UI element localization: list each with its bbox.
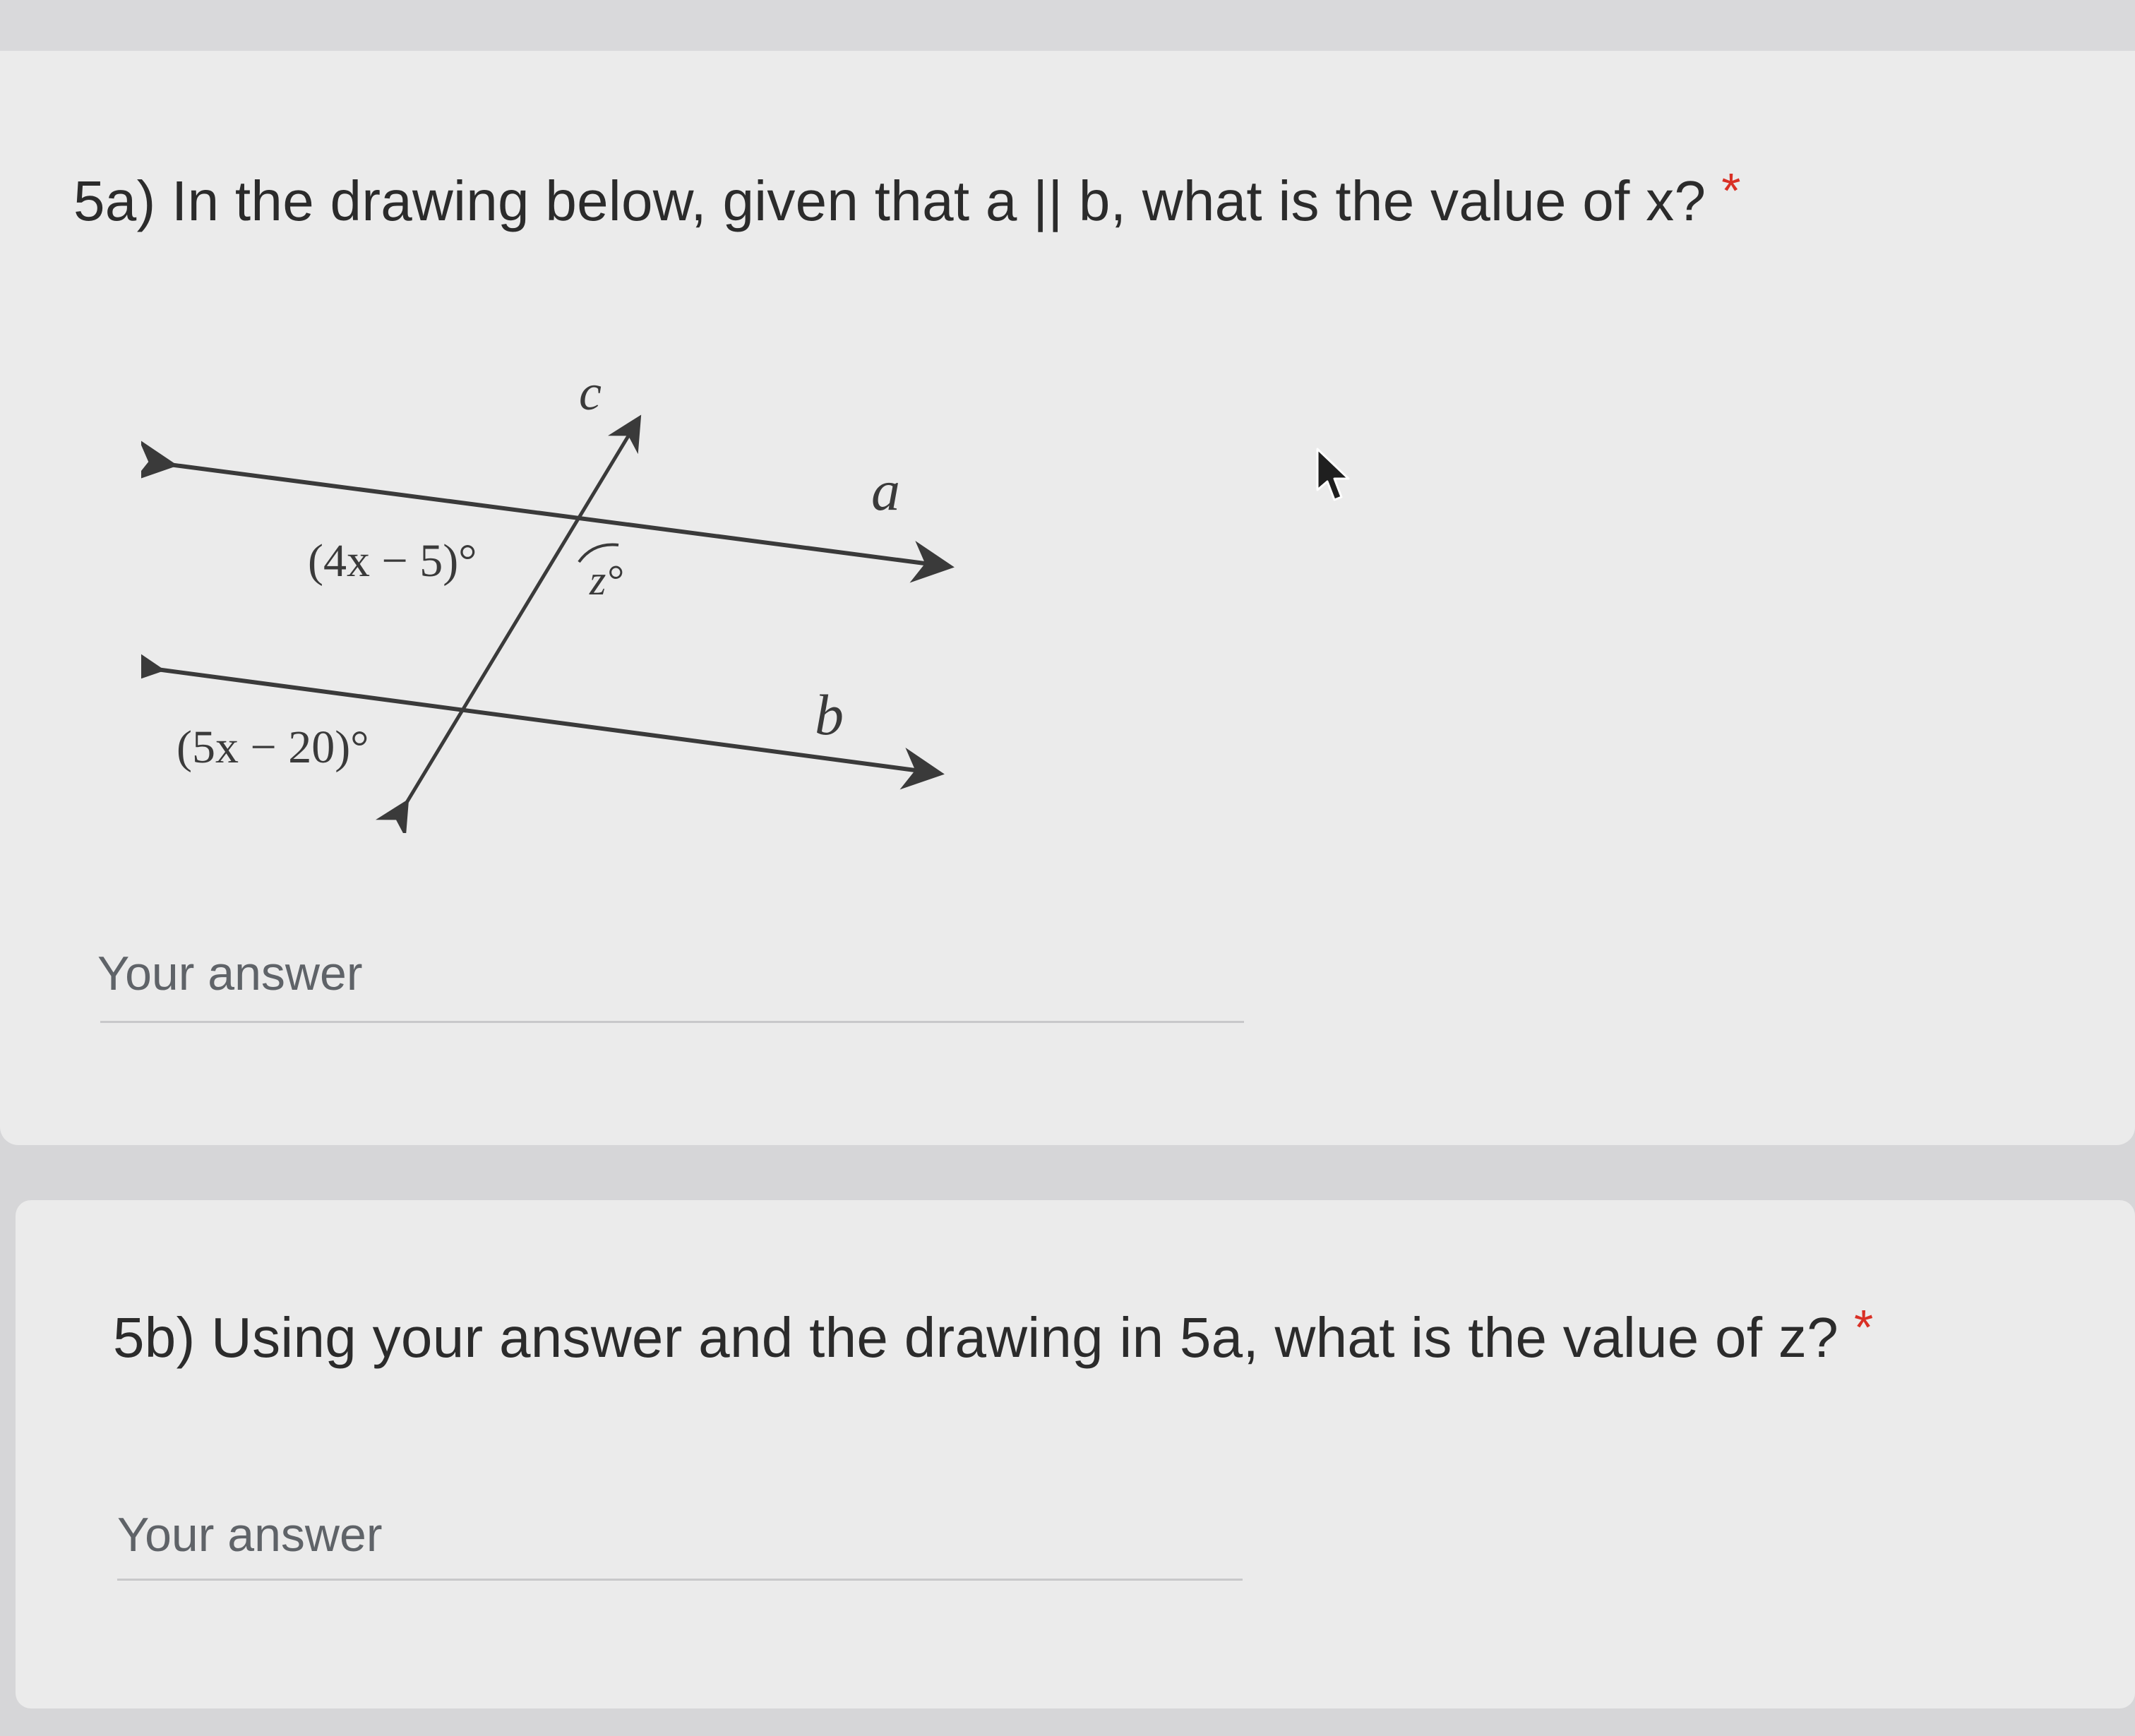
mouse-pointer-icon	[1316, 448, 1350, 501]
line-b-label: b	[815, 683, 844, 747]
question-text: 5a) In the drawing below, given that a |…	[73, 169, 1706, 232]
answer-underline-5a	[100, 1021, 1244, 1023]
required-asterisk: *	[1721, 163, 1741, 218]
question-text: 5b) Using your answer and the drawing in…	[113, 1306, 1838, 1369]
parallel-lines-diagram: c a b (4x − 5)° z° (5x − 20)°	[141, 364, 955, 833]
transversal-label: c	[579, 364, 602, 421]
question-card-5b	[16, 1200, 2135, 1708]
question-title-5b: 5b) Using your answer and the drawing in…	[113, 1299, 1874, 1370]
required-asterisk: *	[1854, 1300, 1874, 1355]
answer-input-5a[interactable]: Your answer	[97, 946, 363, 1001]
angle-z-label: z°	[589, 557, 623, 604]
top-strip	[0, 0, 2135, 51]
angle-top-label: (4x − 5)°	[308, 535, 477, 587]
answer-underline-5b	[117, 1579, 1243, 1581]
angle-bottom-label: (5x − 20)°	[177, 722, 369, 773]
answer-input-5b[interactable]: Your answer	[117, 1507, 383, 1562]
question-title-5a: 5a) In the drawing below, given that a |…	[73, 162, 1741, 234]
line-a-label: a	[871, 458, 900, 522]
